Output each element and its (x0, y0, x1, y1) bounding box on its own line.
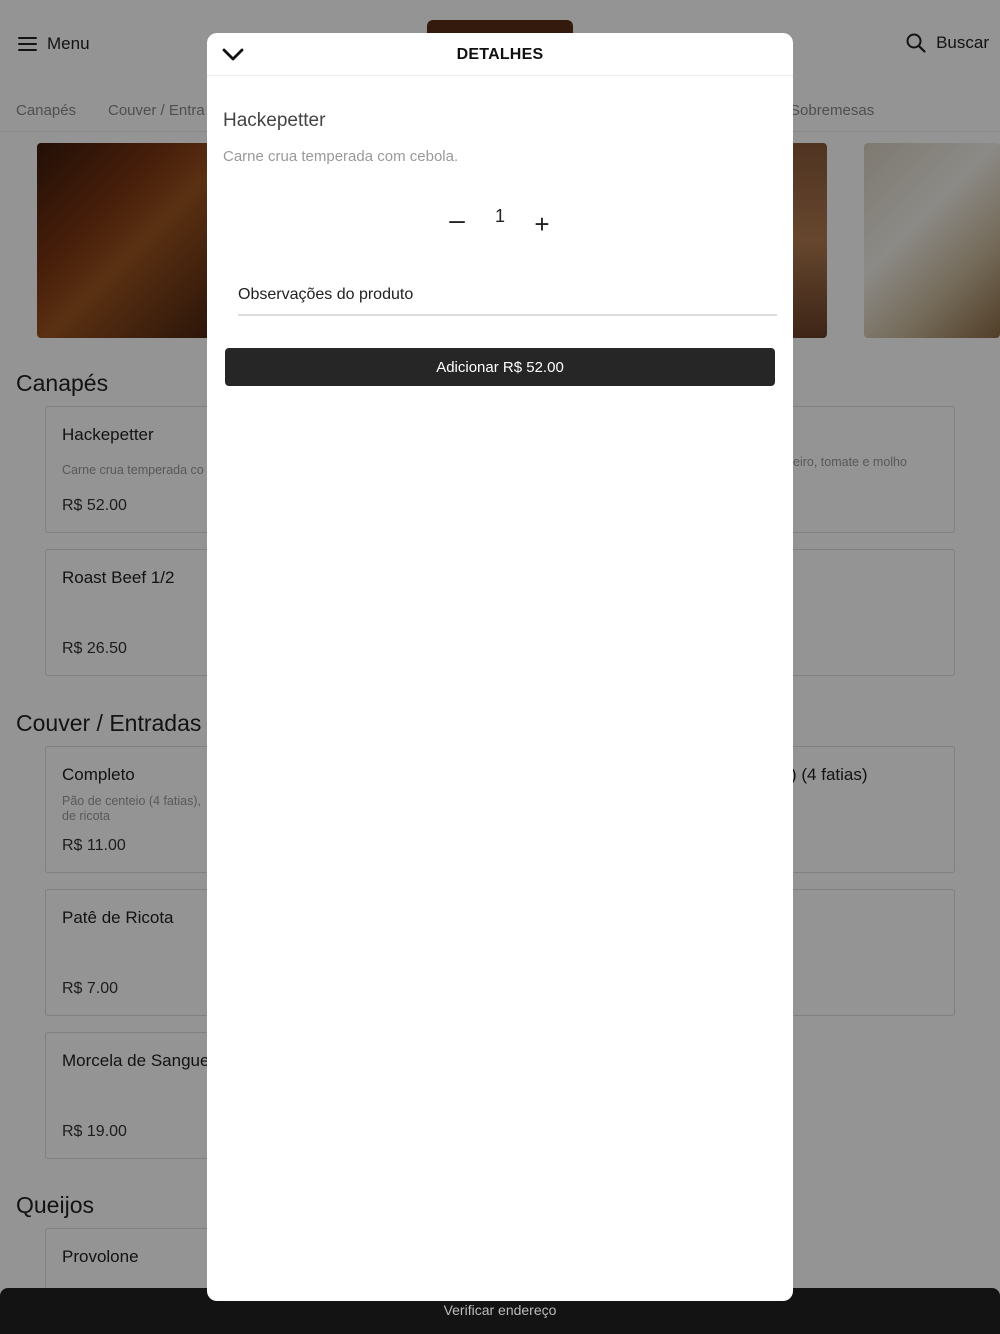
increase-quantity-button[interactable]: + (530, 209, 554, 239)
product-notes-input[interactable] (238, 276, 777, 316)
quantity-value: 1 (494, 206, 505, 226)
verify-address-button[interactable]: Verificar endereço (0, 1302, 1000, 1318)
decrease-quantity-button[interactable]: – (445, 205, 469, 235)
modal-header: DETALHES (207, 33, 793, 76)
product-name: Hackepetter (223, 110, 326, 131)
modal-title: DETALHES (456, 46, 544, 63)
product-details-modal: DETALHES Hackepetter Carne crua temperad… (207, 33, 793, 1301)
add-to-cart-button[interactable]: Adicionar R$ 52.00 (225, 348, 775, 386)
product-description: Carne crua temperada com cebola. (223, 148, 459, 165)
